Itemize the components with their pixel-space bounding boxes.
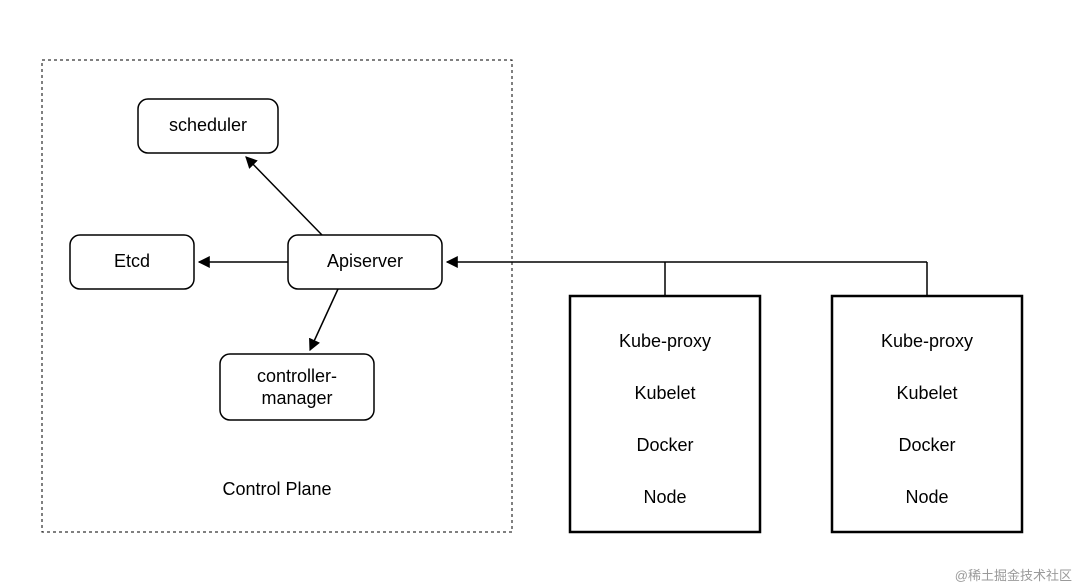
- node2-kubelet: Kubelet: [896, 383, 957, 403]
- node1-kubelet: Kubelet: [634, 383, 695, 403]
- node1-node: Node: [643, 487, 686, 507]
- controller-manager-label-l2: manager: [261, 388, 332, 408]
- arrow-apiserver-scheduler: [246, 157, 322, 235]
- control-plane-title: Control Plane: [222, 479, 331, 499]
- node2-kube-proxy: Kube-proxy: [881, 331, 973, 351]
- scheduler-label: scheduler: [169, 115, 247, 135]
- arrow-apiserver-controller: [310, 289, 338, 350]
- etcd-label: Etcd: [114, 251, 150, 271]
- node1-docker: Docker: [636, 435, 693, 455]
- controller-manager-label-l1: controller-: [257, 366, 337, 386]
- apiserver-label: Apiserver: [327, 251, 403, 271]
- node2-node: Node: [905, 487, 948, 507]
- node2-docker: Docker: [898, 435, 955, 455]
- node1-kube-proxy: Kube-proxy: [619, 331, 711, 351]
- watermark: @稀土掘金技术社区: [955, 568, 1072, 583]
